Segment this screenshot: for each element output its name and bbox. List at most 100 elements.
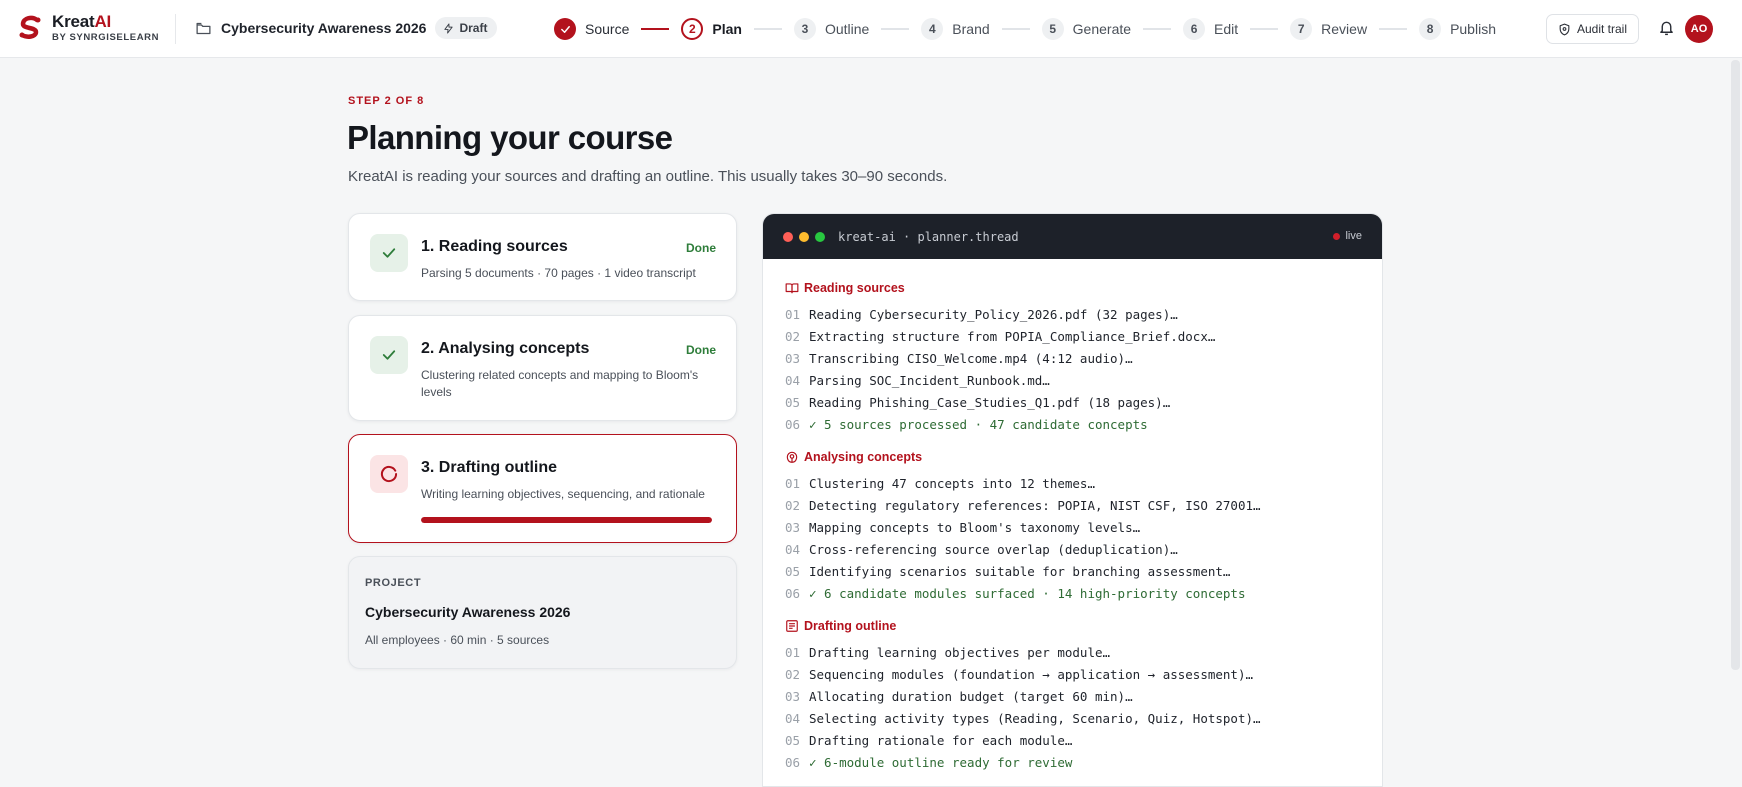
log-section-drafting: Drafting outline 01 Drafting learning obj… [785, 619, 1360, 774]
log-line: 01 Drafting learning objectives per modul… [785, 645, 1111, 660]
wizard-stepper: Source 2 Plan 3 Outline 4 Brand 5 Genera… [554, 17, 1496, 41]
step-number: 7 [1290, 18, 1313, 40]
draft-badge: Draft [435, 17, 498, 39]
step-number: 4 [921, 18, 944, 40]
log-line: 04 Cross-referencing source overlap (dedu… [785, 542, 1178, 557]
step-check-icon [554, 18, 576, 40]
window-maximize-dot [815, 231, 825, 242]
phase-progress-bar [421, 517, 712, 523]
phase-desc: Clustering related concepts and mapping … [421, 368, 699, 399]
section-heading: Analysing concepts [785, 450, 1360, 464]
phase-card-analysing: 2. Analysing concepts Done Clustering re… [348, 315, 737, 421]
step-connector [753, 28, 782, 30]
brand-sub: BY SYNRGISELEARN [52, 32, 160, 43]
brand-name: KreatAI [52, 12, 112, 31]
step-number: 3 [793, 18, 816, 40]
section-heading: Drafting outline [785, 619, 1360, 633]
phase-desc: Writing learning objectives, sequencing,… [421, 487, 705, 501]
step-kicker: STEP 2 OF 8 [348, 95, 425, 107]
brain-icon [786, 451, 798, 463]
step-review[interactable]: 7 Review [1290, 18, 1367, 40]
phase-card-reading: 1. Reading sources Done Parsing 5 docume… [348, 213, 737, 301]
log-line: 03 Mapping concepts to Bloom's taxonomy l… [785, 520, 1141, 535]
terminal-title: kreat-ai · planner.thread [838, 229, 1019, 244]
step-label: Edit [1214, 21, 1239, 37]
log-line-success: 06 ✓ 6 candidate modules surfaced · 14 hi… [785, 586, 1246, 601]
step-number: 6 [1183, 18, 1206, 40]
phase-title: 2. Analysing concepts [421, 340, 590, 357]
window-close-dot [783, 231, 793, 242]
step-connector [1143, 28, 1172, 30]
book-open-icon [785, 283, 799, 294]
log-line: 02 Extracting structure from POPIA_Compli… [785, 329, 1216, 344]
log-line: 01 Clustering 47 concepts into 12 themes… [785, 476, 1095, 491]
bell-icon[interactable] [1658, 19, 1675, 37]
project-kicker: PROJECT [365, 577, 422, 589]
log-line: 03 Allocating duration budget (target 60 … [785, 689, 1133, 704]
step-connector [1379, 28, 1408, 30]
page-scrollbar[interactable] [1731, 60, 1740, 670]
step-publish[interactable]: 8 Publish [1419, 18, 1496, 40]
user-avatar[interactable]: AO [1685, 15, 1713, 43]
phase-status: Done [686, 241, 716, 255]
audit-trail-button[interactable]: Audit trail [1546, 14, 1639, 44]
step-connector [641, 28, 670, 30]
step-generate[interactable]: 5 Generate [1041, 18, 1131, 40]
log-line-success: 06 ✓ 5 sources processed · 47 candidate c… [785, 417, 1148, 432]
log-line: 01 Reading Cybersecurity_Policy_2026.pdf … [785, 307, 1178, 322]
section-heading: Reading sources [785, 281, 1360, 295]
page-subtitle: KreatAI is reading your sources and draf… [348, 168, 948, 185]
log-line: 04 Parsing SOC_Incident_Runbook.md… [785, 373, 1050, 388]
terminal-titlebar: kreat-ai · planner.thread live [763, 214, 1382, 259]
log-line-success: 06 ✓ 6-module outline ready for review [785, 755, 1073, 770]
log-line: 05 Drafting rationale for each module… [785, 733, 1073, 748]
phase-status: Done [686, 343, 716, 357]
step-connector [1250, 28, 1279, 30]
header-divider [175, 14, 176, 44]
window-minimize-dot [799, 231, 809, 242]
log-section-reading: Reading sources 01 Reading Cybersecurity_… [785, 281, 1360, 436]
live-dot-icon [1333, 232, 1341, 240]
step-label: Review [1321, 21, 1368, 37]
check-icon [370, 234, 408, 272]
logo-icon [19, 15, 41, 39]
step-number: 8 [1419, 18, 1442, 40]
log-section-analysing: Analysing concepts 01 Clustering 47 conce… [785, 450, 1360, 605]
project-meta: All employees · 60 min · 5 sources [365, 633, 550, 647]
step-connector [881, 28, 910, 30]
step-number: 2 [681, 18, 704, 40]
project-switcher[interactable]: Cybersecurity Awareness 2026 Draft [195, 17, 498, 39]
step-edit[interactable]: 6 Edit [1183, 18, 1238, 40]
step-plan[interactable]: 2 Plan [681, 18, 742, 40]
log-line: 02 Detecting regulatory references: POPIA… [785, 498, 1261, 513]
step-number: 5 [1041, 18, 1064, 40]
phase-desc: Parsing 5 documents · 70 pages · 1 video… [421, 266, 696, 280]
log-line: 04 Selecting activity types (Reading, Sce… [785, 711, 1261, 726]
step-label: Source [585, 21, 630, 37]
step-label: Brand [952, 21, 990, 37]
step-brand[interactable]: 4 Brand [921, 18, 990, 40]
top-bar: KreatAI BY SYNRGISELEARN Cybersecurity A… [0, 0, 1742, 58]
step-outline[interactable]: 3 Outline [793, 18, 870, 40]
terminal-body: Reading sources 01 Reading Cybersecurity_… [763, 259, 1382, 774]
progress-fill [421, 517, 712, 523]
list-icon [786, 620, 798, 632]
step-source[interactable]: Source [554, 18, 629, 40]
live-indicator: live [1333, 230, 1362, 242]
step-label: Publish [1450, 21, 1496, 37]
planner-terminal[interactable]: kreat-ai · planner.thread live Reading s… [762, 213, 1383, 787]
project-title: Cybersecurity Awareness 2026 [221, 20, 427, 36]
step-connector [1001, 28, 1030, 30]
brand-logo[interactable]: KreatAI BY SYNRGISELEARN [16, 13, 159, 43]
spinner-icon [370, 455, 408, 493]
step-label: Outline [824, 21, 870, 37]
phase-title: 1. Reading sources [421, 238, 568, 255]
page-title: Planning your course [347, 119, 673, 156]
log-line: 05 Reading Phishing_Case_Studies_Q1.pdf (… [785, 395, 1171, 410]
phase-card-drafting: 3. Drafting outline Writing learning obj… [348, 434, 737, 543]
phase-title: 3. Drafting outline [421, 459, 557, 476]
log-line: 03 Transcribing CISO_Welcome.mp4 (4:12 au… [785, 351, 1133, 366]
folder-icon [196, 22, 211, 34]
check-icon [370, 336, 408, 374]
project-summary-card: PROJECT Cybersecurity Awareness 2026 All… [348, 556, 737, 669]
